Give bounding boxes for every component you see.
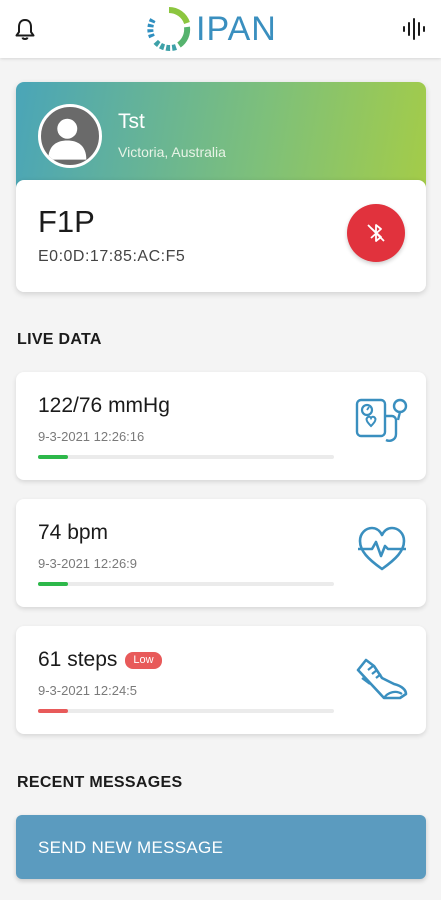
app-name: IPAN <box>196 9 277 48</box>
send-new-message-button[interactable]: SEND NEW MESSAGE <box>16 815 426 879</box>
steps-progress-fill <box>38 709 68 713</box>
blood-pressure-timestamp: 9-3-2021 12:26:16 <box>38 429 145 444</box>
profile-location: Victoria, Australia <box>118 144 226 160</box>
bluetooth-disabled-icon <box>367 224 385 242</box>
blood-pressure-progress <box>38 455 334 459</box>
live-data-title: LIVE DATA <box>17 331 102 348</box>
steps-timestamp: 9-3-2021 12:24:5 <box>38 683 138 698</box>
blood-pressure-progress-fill <box>38 455 68 459</box>
profile-banner: Tst Victoria, Australia <box>16 82 426 194</box>
steps-progress <box>38 709 334 713</box>
device-panel: F1P E0:0D:17:85:AC:F5 <box>16 180 426 292</box>
heart-rate-card[interactable]: 74 bpm 9-3-2021 12:26:9 <box>16 499 426 607</box>
blood-pressure-value: 122/76 mmHg <box>38 394 170 417</box>
steps-value-row: 61 steps Low <box>38 648 162 672</box>
steps-card[interactable]: 61 steps Low 9-3-2021 12:24:5 <box>16 626 426 734</box>
heart-rate-progress-fill <box>38 582 68 586</box>
bluetooth-button[interactable] <box>347 204 405 262</box>
device-name: F1P <box>38 204 95 239</box>
device-mac-address: E0:0D:17:85:AC:F5 <box>38 248 186 265</box>
audio-wave-icon[interactable] <box>401 16 427 42</box>
blood-pressure-card[interactable]: 122/76 mmHg 9-3-2021 12:26:16 <box>16 372 426 480</box>
steps-value: 61 steps <box>38 648 118 671</box>
recent-messages-title: RECENT MESSAGES <box>17 774 183 791</box>
heart-rate-timestamp: 9-3-2021 12:26:9 <box>38 556 138 571</box>
app-logo: IPAN <box>146 4 277 54</box>
heart-rate-progress <box>38 582 334 586</box>
logo-ring-icon <box>147 7 191 52</box>
blood-pressure-monitor-icon <box>354 394 410 450</box>
app-header: IPAN <box>0 0 441 58</box>
send-new-message-label: SEND NEW MESSAGE <box>38 838 224 857</box>
profile-card: Tst Victoria, Australia F1P E0:0D:17:85:… <box>16 82 426 292</box>
person-avatar-icon[interactable] <box>38 104 102 168</box>
heart-rate-icon <box>354 521 410 577</box>
running-shoe-icon <box>354 648 410 704</box>
profile-name: Tst <box>118 110 145 133</box>
status-badge: Low <box>125 651 162 669</box>
heart-rate-value: 74 bpm <box>38 521 109 544</box>
bell-icon[interactable] <box>12 17 38 43</box>
